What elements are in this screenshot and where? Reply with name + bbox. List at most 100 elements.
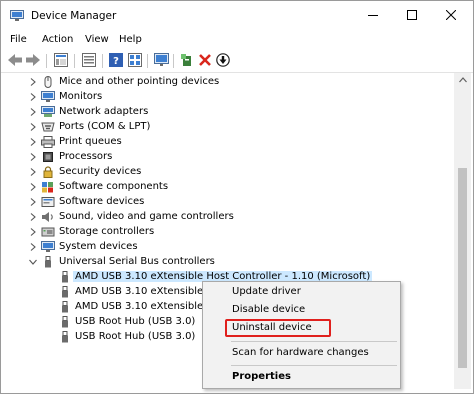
view-list-icon — [128, 52, 142, 70]
chevron-down-icon[interactable] — [29, 258, 37, 266]
scrollbar-thumb[interactable] — [458, 168, 467, 368]
menu-action[interactable]: Action — [42, 34, 73, 45]
help-icon: ? — [109, 52, 123, 70]
back-button[interactable] — [7, 53, 23, 69]
chevron-right-icon[interactable] — [29, 78, 37, 86]
tree-category-mice[interactable]: Mice and other pointing devices — [3, 75, 443, 90]
chevron-right-icon[interactable] — [29, 168, 37, 176]
toolbar-separator — [46, 54, 47, 68]
maximize-button[interactable] — [392, 1, 432, 31]
usb-connector-icon — [58, 286, 72, 298]
mouse-icon — [41, 76, 55, 88]
back-icon — [8, 53, 22, 69]
properties-sheet-button[interactable] — [53, 52, 69, 70]
scroll-up-button[interactable] — [454, 73, 471, 87]
ctx-item-label: Scan for hardware changes — [232, 347, 369, 358]
title-bar[interactable]: Device Manager — [1, 1, 473, 31]
usb-connector-icon — [58, 316, 72, 328]
tree-category-label: Ports (COM & LPT) — [59, 121, 151, 132]
uninstall-button[interactable] — [197, 53, 213, 69]
tree-category-label: Software devices — [59, 196, 145, 207]
context-menu: Update driver Disable device Uninstall d… — [202, 281, 401, 389]
show-hidden-icon — [82, 52, 96, 70]
add-driver-button[interactable] — [179, 53, 195, 69]
software-device-icon — [41, 196, 55, 208]
tree-item-label: USB Root Hub (USB 3.0) — [75, 331, 196, 342]
tree-category-label: Monitors — [59, 91, 103, 102]
usb-connector-icon — [58, 301, 72, 313]
view-list-button[interactable] — [127, 52, 143, 70]
tree-category-monitors[interactable]: Monitors — [3, 90, 443, 105]
port-icon — [41, 121, 55, 133]
tree-category-sound[interactable]: Sound, video and game controllers — [3, 210, 443, 225]
download-driver-icon — [216, 52, 230, 70]
usb-connector-icon — [58, 271, 72, 283]
menu-bar: File Action View Help — [1, 31, 473, 50]
ctx-item-label: Properties — [232, 371, 291, 382]
tree-item-label: USB Root Hub (USB 3.0) — [75, 316, 196, 327]
tree-category-ports[interactable]: Ports (COM & LPT) — [3, 120, 443, 135]
printer-icon — [41, 136, 55, 148]
tree-category-label: Processors — [59, 151, 113, 162]
minimize-button[interactable] — [353, 1, 393, 31]
close-icon — [445, 9, 457, 23]
tree-item-label: AMD USB 3.10 eXtensible Ho — [75, 301, 220, 312]
minimize-icon — [368, 10, 378, 23]
close-button[interactable] — [431, 1, 471, 31]
maximize-icon — [407, 9, 417, 23]
tree-category-label: Mice and other pointing devices — [59, 76, 220, 87]
download-driver-button[interactable] — [215, 52, 231, 70]
chevron-right-icon[interactable] — [29, 153, 37, 161]
scan-hardware-button[interactable] — [153, 52, 169, 70]
help-button[interactable]: ? — [108, 52, 124, 70]
uninstall-highlight-box — [225, 319, 331, 337]
chevron-right-icon[interactable] — [29, 108, 37, 116]
vertical-scrollbar[interactable] — [454, 73, 471, 389]
menu-file[interactable]: File — [10, 34, 27, 45]
chevron-right-icon[interactable] — [29, 123, 37, 131]
tree-category-label: System devices — [59, 241, 138, 252]
chevron-right-icon[interactable] — [29, 198, 37, 206]
ctx-scan-hardware[interactable]: Scan for hardware changes — [203, 343, 400, 363]
properties-sheet-icon — [54, 52, 68, 70]
tree-category-network[interactable]: Network adapters — [3, 105, 443, 120]
tree-category-label: Sound, video and game controllers — [59, 211, 234, 222]
usb-connector-icon — [58, 331, 72, 343]
toolbar-separator — [102, 54, 103, 68]
forward-button[interactable] — [25, 53, 41, 69]
tree-category-software-devices[interactable]: Software devices — [3, 195, 443, 210]
toolbar: ? — [1, 50, 473, 73]
chevron-right-icon[interactable] — [29, 183, 37, 191]
ctx-disable-device[interactable]: Disable device — [203, 300, 400, 320]
processor-icon — [41, 151, 55, 163]
chevron-right-icon[interactable] — [29, 138, 37, 146]
chevron-right-icon[interactable] — [29, 93, 37, 101]
tree-category-label: Universal Serial Bus controllers — [59, 256, 215, 267]
ctx-item-label: Disable device — [232, 304, 306, 315]
network-adapter-icon — [41, 106, 55, 118]
ctx-update-driver[interactable]: Update driver — [203, 282, 400, 302]
ctx-item-label: Update driver — [232, 286, 301, 297]
menu-help[interactable]: Help — [119, 34, 142, 45]
chevron-right-icon[interactable] — [29, 228, 37, 236]
menu-view[interactable]: View — [85, 34, 109, 45]
ctx-properties[interactable]: Properties — [203, 367, 400, 387]
tree-category-security[interactable]: Security devices — [3, 165, 443, 180]
tree-category-label: Print queues — [59, 136, 122, 147]
chevron-right-icon[interactable] — [29, 213, 37, 221]
device-manager-window: Device Manager File Action View Help ? M… — [0, 0, 474, 394]
tree-category-processors[interactable]: Processors — [3, 150, 443, 165]
device-manager-icon — [10, 10, 24, 21]
tree-category-software-components[interactable]: Software components — [3, 180, 443, 195]
svg-text:?: ? — [113, 56, 119, 67]
tree-category-storage[interactable]: Storage controllers — [3, 225, 443, 240]
toolbar-separator — [173, 54, 174, 68]
tree-category-label: Storage controllers — [59, 226, 155, 237]
uninstall-x-icon — [199, 53, 211, 69]
chevron-right-icon[interactable] — [29, 243, 37, 251]
tree-category-usb[interactable]: Universal Serial Bus controllers — [3, 255, 443, 270]
tree-category-system-devices[interactable]: System devices — [3, 240, 443, 255]
monitor-scan-icon — [153, 52, 169, 70]
tree-category-print-queues[interactable]: Print queues — [3, 135, 443, 150]
show-hidden-button[interactable] — [81, 52, 97, 70]
